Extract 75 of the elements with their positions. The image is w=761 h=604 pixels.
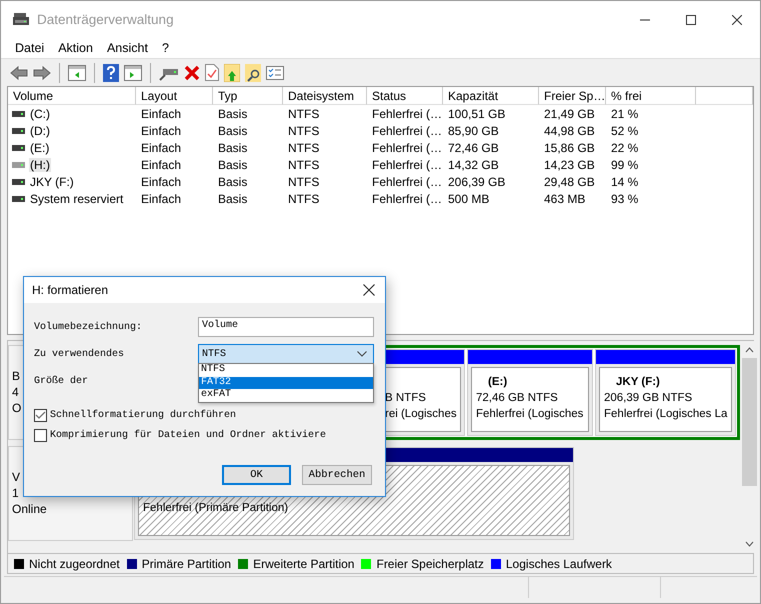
volume-name: (H:) — [29, 158, 51, 172]
partition-status: Fehlerfrei (Primäre Partition) — [143, 501, 288, 516]
table-cell-text: Einfach — [140, 190, 182, 206]
table-cell-text: Einfach — [140, 106, 182, 121]
table-cell-text: NTFS — [287, 174, 320, 189]
table-cell-text: NTFS — [287, 156, 320, 172]
table-cell-text: Fehlerfrei (… — [371, 122, 443, 138]
table-cell-text: Basis — [217, 122, 248, 138]
table-cell-text: 14,23 GB — [543, 156, 596, 172]
dialog-title: H: formatieren — [32, 283, 108, 297]
partition-name: JKY (F:) — [615, 375, 660, 390]
table-cell-text: NTFS — [287, 122, 320, 138]
table-cell-text: Einfach — [140, 174, 182, 189]
table-cell-text: Basis — [217, 106, 248, 121]
volume-name: JKY (F:) — [29, 174, 75, 188]
table-cell-text: 21 % — [610, 106, 640, 121]
table-cell-text: Basis — [217, 174, 248, 189]
partition-size: B NTFS — [385, 391, 426, 406]
checkbox-label: Komprimierung für Dateien und Ordner aktiviere — [50, 430, 326, 441]
disk-info-text: Online — [12, 501, 47, 517]
table-cell-text: 52 % — [610, 122, 640, 138]
legend-label: Primäre Partition — [142, 556, 232, 570]
table-cell-text: Fehlerfrei (… — [371, 156, 443, 172]
table-cell-text: 14,32 GB — [447, 156, 500, 172]
table-cell-text: 14 % — [610, 174, 640, 189]
volume-name: (D:) — [29, 124, 51, 138]
table-cell-text: Basis — [217, 140, 248, 155]
partition-status: rei (Logisches — [385, 407, 457, 422]
table-cell-text: 93 % — [610, 190, 640, 206]
volume-name: System reserviert — [29, 192, 124, 206]
table-cell-text: Einfach — [140, 156, 182, 172]
table-cell-text: 29,48 GB — [543, 174, 596, 189]
table-cell-text: Basis — [217, 190, 248, 206]
legend-label: Freier Speicherplatz — [376, 556, 484, 570]
partition-status: Fehlerfrei (Logisches — [476, 407, 584, 422]
table-cell-text: 100,51 GB — [447, 106, 506, 121]
table-cell-text: 206,39 GB — [447, 174, 506, 189]
table-cell-text: 463 MB — [543, 190, 586, 206]
table-cell-text: 44,98 GB — [543, 122, 596, 138]
table-cell-text: 85,90 GB — [447, 122, 500, 138]
table-cell-text: 72,46 GB — [447, 140, 500, 155]
field-label: Zu verwendendes — [34, 348, 126, 360]
table-cell-text: 500 MB — [447, 190, 490, 206]
table-cell-text: Fehlerfrei (… — [371, 174, 443, 189]
disk-info-text: 4 — [12, 384, 19, 400]
field-label: Größe der — [34, 376, 90, 386]
legend-label: Erweiterte Partition — [253, 556, 354, 570]
legend-label: Logisches Laufwerk — [506, 556, 612, 570]
partition-size: 206,39 GB NTFS — [604, 391, 692, 406]
table-cell-text: 15,86 GB — [543, 140, 596, 155]
table-cell-text: Einfach — [140, 140, 182, 155]
table-cell-text: Fehlerfrei (… — [371, 190, 443, 206]
window-title: Datenträgerverwaltung — [37, 12, 174, 27]
table-cell-text: 21,49 GB — [543, 106, 596, 121]
volume-name: (C:) — [29, 106, 51, 120]
disk-info-text: B — [12, 368, 20, 384]
partition-status: Fehlerfrei (Logisches La — [604, 407, 728, 422]
volume-name: (E:) — [29, 140, 50, 154]
table-cell-text: NTFS — [287, 140, 320, 155]
table-cell-text: NTFS — [287, 106, 320, 121]
disk-info-text: V — [12, 469, 20, 485]
table-cell-text: Basis — [217, 156, 248, 172]
legend-label: Nicht zugeordnet — [29, 556, 120, 570]
table-cell-text: 99 % — [610, 156, 640, 172]
table-cell-text: Fehlerfrei (… — [371, 140, 443, 155]
table-cell-text: 22 % — [610, 140, 640, 155]
disk-info-text: 1 — [12, 485, 19, 501]
table-cell-text: NTFS — [287, 190, 320, 206]
table-cell-text: Fehlerfrei (… — [371, 106, 443, 121]
field-label: Volumebezeichnung: — [34, 322, 144, 332]
partition-size: 72,46 GB NTFS — [476, 391, 558, 406]
partition-name: (E:) — [487, 375, 508, 390]
checkbox-label: Schnellformatierung durchführen — [50, 410, 236, 421]
table-cell-text: Einfach — [140, 122, 182, 138]
disk-info-text: O — [12, 400, 22, 416]
